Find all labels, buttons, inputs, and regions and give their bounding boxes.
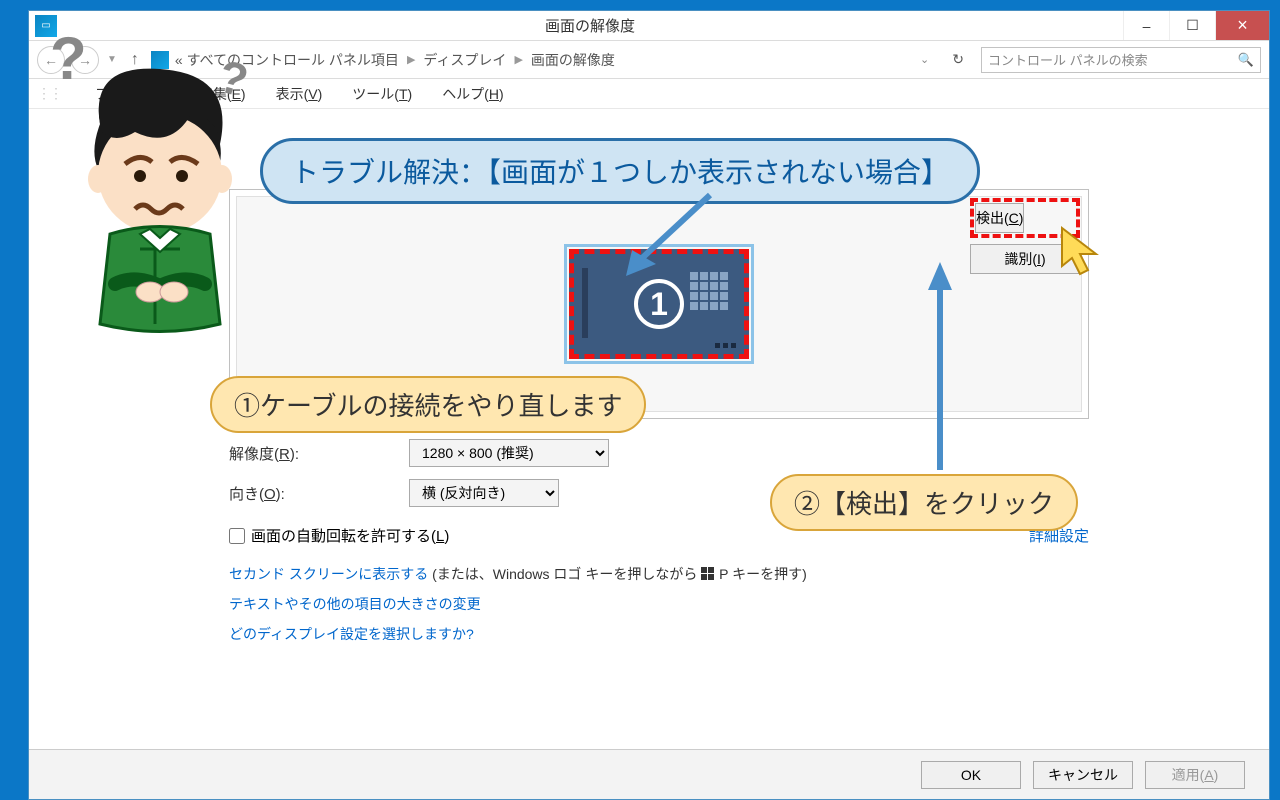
breadcrumb-sep: ▶ — [512, 53, 524, 66]
callout-step1: ①ケーブルの接続をやり直します — [210, 376, 646, 433]
search-icon: 🔍 — [1238, 52, 1254, 68]
second-screen-link[interactable]: セカンド スクリーンに表示する — [229, 566, 428, 582]
search-input[interactable]: コントロール パネルの検索 🔍 — [981, 47, 1261, 73]
ok-button[interactable]: OK — [921, 761, 1021, 789]
callout-step2: ②【検出】をクリック — [770, 474, 1078, 531]
menu-help[interactable]: ヘルプ(H) — [442, 84, 503, 104]
path-dropdown[interactable]: ⌄ — [914, 53, 935, 66]
breadcrumb-item[interactable]: 画面の解像度 — [531, 50, 615, 70]
close-button[interactable]: × — [1215, 11, 1269, 40]
resolution-select[interactable]: 1280 × 800 (推奨) — [409, 439, 609, 467]
confused-character-icon: ? ? — [40, 24, 270, 334]
autorotate-label: 画面の自動回転を許可する(L) — [251, 525, 449, 546]
arrow-icon — [910, 260, 970, 480]
minimize-button[interactable]: – — [1123, 11, 1169, 40]
cancel-button[interactable]: キャンセル — [1033, 761, 1133, 789]
breadcrumb-item[interactable]: ディスプレイ — [423, 50, 506, 70]
svg-text:?: ? — [213, 50, 254, 108]
autorotate-checkbox[interactable] — [229, 528, 245, 544]
search-placeholder: コントロール パネルの検索 — [988, 50, 1148, 69]
dialog-footer: OK キャンセル 適用(A) — [29, 749, 1269, 799]
breadcrumb-sep: ▶ — [405, 53, 417, 66]
detect-button[interactable]: 検出(C) — [975, 203, 1024, 233]
second-screen-hint2: P キーを押す) — [715, 566, 807, 582]
second-screen-hint: (または、Windows ロゴ キーを押しながら — [428, 566, 701, 582]
cursor-icon — [1060, 226, 1108, 282]
which-display-link[interactable]: どのディスプレイ設定を選択しますか? — [229, 626, 474, 642]
arrow-icon — [620, 190, 740, 290]
windows-logo-icon — [701, 567, 715, 581]
orientation-label: 向き(O): — [229, 483, 409, 504]
menu-tools[interactable]: ツール(T) — [352, 84, 412, 104]
text-size-link[interactable]: テキストやその他の項目の大きさの変更 — [229, 596, 481, 612]
orientation-select[interactable]: 横 (反対向き) — [409, 479, 559, 507]
refresh-button[interactable]: ↻ — [941, 50, 975, 69]
apply-button[interactable]: 適用(A) — [1145, 761, 1245, 789]
menu-view[interactable]: 表示(V) — [276, 84, 323, 104]
svg-text:?: ? — [50, 25, 87, 92]
maximize-button[interactable]: ☐ — [1169, 11, 1215, 40]
resolution-label: 解像度(R): — [229, 443, 409, 464]
